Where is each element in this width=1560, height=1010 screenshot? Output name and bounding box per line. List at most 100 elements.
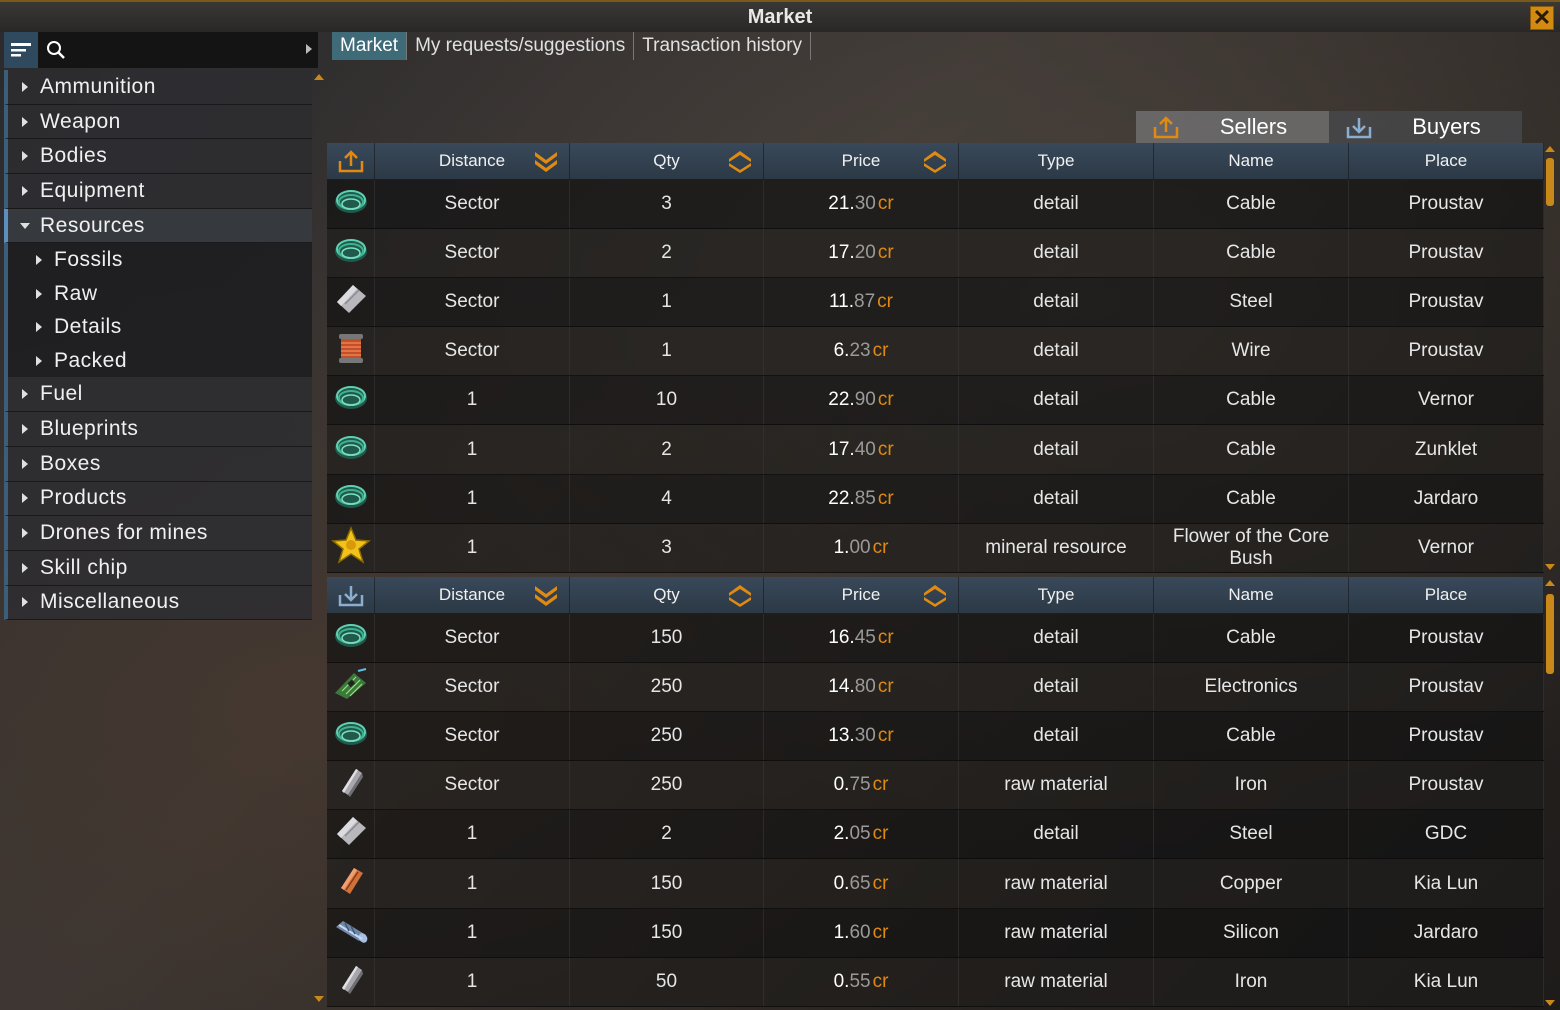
currency-label: cr: [877, 242, 894, 264]
type-column-header[interactable]: Type: [959, 142, 1154, 180]
table-row[interactable]: Sector 1 11. 87 cr detail Steel Proustav: [327, 278, 1544, 328]
name-cell-text: Cable: [1226, 627, 1276, 649]
table-row[interactable]: 1 4 22. 85 cr detail Cable Jardaro: [327, 474, 1544, 524]
price-decimals: 00: [849, 536, 871, 558]
item-icon-cell: [327, 663, 375, 712]
category-fuel[interactable]: Fuel: [4, 377, 312, 413]
table-row[interactable]: Sector 3 21. 30 cr detail Cable Proustav: [327, 180, 1544, 230]
price-integer: 16.: [828, 627, 855, 649]
qty-column-header[interactable]: Qty: [570, 576, 764, 614]
table-row[interactable]: Sector 150 16. 45 cr detail Cable Proustav: [327, 614, 1544, 664]
search-expand-arrow-icon[interactable]: [306, 44, 312, 54]
sort-icon[interactable]: [727, 583, 753, 607]
scroll-up-icon[interactable]: [1545, 580, 1555, 586]
category-bodies[interactable]: Bodies: [4, 139, 312, 175]
sort-icon[interactable]: [922, 583, 948, 607]
buyers-toggle[interactable]: Buyers: [1329, 111, 1522, 143]
type-cell-text: detail: [1033, 389, 1079, 411]
category-blueprints[interactable]: Blueprints: [4, 412, 312, 447]
currency-label: cr: [872, 921, 889, 943]
subcategory-raw[interactable]: Raw: [4, 276, 312, 311]
table-row[interactable]: 1 2 2. 05 cr detail Steel GDC: [327, 810, 1544, 860]
sellers-buyers-switch: Sellers Buyers: [1136, 111, 1522, 143]
sort-descending-icon[interactable]: [533, 583, 559, 607]
price-integer: 14.: [828, 676, 855, 698]
category-resources[interactable]: Resources: [4, 208, 312, 244]
type-column-header[interactable]: Type: [959, 576, 1154, 614]
type-cell-text: detail: [1033, 627, 1079, 649]
table-row[interactable]: Sector 250 14. 80 cr detail Electronics Prousta…: [327, 663, 1544, 713]
table-row[interactable]: 1 150 1. 60 cr raw material Silicon Jardaro: [327, 908, 1544, 958]
buyers-scrollbar[interactable]: [1545, 580, 1555, 1006]
name-cell-text: Flower of the Core Bush: [1172, 525, 1330, 569]
scroll-down-icon[interactable]: [1545, 1000, 1555, 1006]
qty-column-header[interactable]: Qty: [570, 142, 764, 180]
tab-my-requests-suggestions[interactable]: My requests/suggestions: [407, 32, 635, 60]
category-boxes[interactable]: Boxes: [4, 446, 312, 482]
category-drones-for-mines[interactable]: Drones for mines: [4, 516, 312, 551]
name-cell-text: Silicon: [1223, 921, 1279, 943]
category-products[interactable]: Products: [4, 481, 312, 517]
scroll-up-icon[interactable]: [1545, 146, 1555, 152]
category-skill-chip[interactable]: Skill chip: [4, 550, 312, 586]
scroll-down-icon[interactable]: [1545, 564, 1555, 570]
distance-column-header[interactable]: Distance: [375, 576, 570, 614]
name-column-header[interactable]: Name: [1154, 142, 1349, 180]
table-row[interactable]: 1 10 22. 90 cr detail Cable Vernor: [327, 376, 1544, 426]
table-row[interactable]: Sector 250 13. 30 cr detail Cable Proustav: [327, 712, 1544, 762]
price-column-header[interactable]: Price: [764, 576, 959, 614]
name-header-label: Name: [1228, 151, 1274, 170]
subcategory-details[interactable]: Details: [4, 310, 312, 344]
category-label: Equipment: [40, 178, 145, 202]
tab-transaction-history[interactable]: Transaction history: [634, 32, 812, 60]
price-cell: 1. 00 cr: [764, 523, 959, 572]
price-cell: 11. 87 cr: [764, 278, 959, 327]
category-miscellaneous[interactable]: Miscellaneous: [4, 585, 312, 621]
category-equipment[interactable]: Equipment: [4, 174, 312, 209]
type-cell-text: detail: [1033, 193, 1079, 215]
place-cell-text: Zunklet: [1414, 438, 1478, 460]
sort-icon[interactable]: [727, 149, 753, 173]
currency-label: cr: [877, 487, 894, 509]
category-ammunition[interactable]: Ammunition: [4, 70, 312, 105]
qty-header-label: Qty: [653, 151, 680, 170]
menu-button[interactable]: [4, 32, 38, 68]
category-weapon[interactable]: Weapon: [4, 104, 312, 140]
distance-column-header[interactable]: Distance: [375, 142, 570, 180]
name-cell-text: Steel: [1229, 291, 1273, 313]
place-cell-text: Proustav: [1408, 627, 1484, 649]
table-row[interactable]: 1 2 17. 40 cr detail Cable Zunklet: [327, 425, 1544, 475]
name-column-header[interactable]: Name: [1154, 576, 1349, 614]
table-row[interactable]: Sector 250 0. 75 cr raw material Iron Proustav: [327, 761, 1544, 811]
close-button[interactable]: ✕: [1530, 6, 1554, 30]
tab-market[interactable]: Market: [332, 32, 408, 60]
price-column-header[interactable]: Price: [764, 142, 959, 180]
sellers-label: Sellers: [1219, 114, 1288, 139]
table-row[interactable]: Sector 1 6. 23 cr detail Wire Proustav: [327, 327, 1544, 377]
sellers-scrollbar[interactable]: [1545, 146, 1555, 570]
scroll-thumb[interactable]: [1546, 594, 1554, 674]
table-row[interactable]: Sector 2 17. 20 cr detail Cable Proustav: [327, 229, 1544, 279]
type-cell: detail: [959, 327, 1154, 376]
scroll-thumb[interactable]: [1546, 158, 1554, 206]
scroll-up-icon[interactable]: [314, 74, 324, 80]
sellers-toggle[interactable]: Sellers: [1136, 111, 1329, 143]
sort-icon[interactable]: [922, 149, 948, 173]
scroll-down-icon[interactable]: [314, 996, 324, 1002]
table-row[interactable]: 1 50 0. 55 cr raw material Iron Kia Lun: [327, 957, 1544, 1007]
sort-descending-icon[interactable]: [533, 149, 559, 173]
search-icon[interactable]: [46, 40, 66, 60]
subcategory-packed[interactable]: Packed: [4, 343, 312, 378]
type-cell: raw material: [959, 908, 1154, 957]
place-column-header[interactable]: Place: [1349, 576, 1544, 614]
subcategory-fossils[interactable]: Fossils: [4, 243, 312, 277]
table-row[interactable]: 1 150 0. 65 cr raw material Copper Kia Lun: [327, 859, 1544, 909]
price-cell: 17. 20 cr: [764, 229, 959, 278]
place-column-header[interactable]: Place: [1349, 142, 1544, 180]
sidebar-scrollbar[interactable]: [314, 72, 324, 1002]
name-cell: Copper: [1154, 859, 1349, 908]
table-row[interactable]: 1 3 1. 00 cr mineral resource Flower of the Co…: [327, 523, 1544, 573]
steel-icon: [333, 282, 369, 322]
type-cell-text: detail: [1033, 291, 1079, 313]
item-icon-cell: [327, 376, 375, 425]
